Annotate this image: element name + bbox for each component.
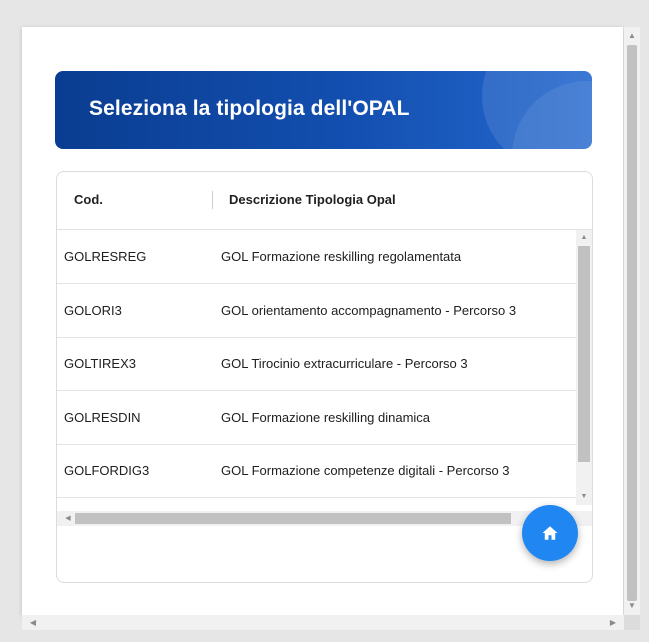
cell-code: GOLORI3: [64, 303, 122, 318]
scroll-down-arrow-icon[interactable]: ▼: [624, 599, 640, 613]
scroll-up-arrow-icon[interactable]: ▲: [576, 232, 592, 244]
table-row[interactable]: GOLTIREX3 GOL Tirocinio extracurriculare…: [57, 337, 576, 391]
page-vertical-scrollbar[interactable]: ▲ ▼: [624, 27, 640, 615]
scroll-down-arrow-icon[interactable]: ▼: [576, 491, 592, 503]
column-header-description[interactable]: Descrizione Tipologia Opal: [229, 192, 396, 207]
cell-code: GOLTIREX3: [64, 356, 137, 371]
table-horizontal-scrollbar[interactable]: ◀: [57, 511, 592, 526]
home-icon: [542, 526, 558, 540]
scrollbar-corner: [624, 615, 640, 630]
dialog-title: Seleziona la tipologia dell'OPAL: [89, 97, 410, 120]
opal-type-table: Cod. Descrizione Tipologia Opal GOLRESRE…: [56, 171, 593, 583]
scrollbar-thumb[interactable]: [627, 45, 637, 601]
table-body: GOLRESREG GOL Formazione reskilling rego…: [57, 230, 576, 498]
cell-description: GOL Tirocinio extracurriculare - Percors…: [221, 356, 468, 371]
cell-description: GOL Formazione reskilling dinamica: [221, 410, 431, 425]
dialog-header: Seleziona la tipologia dell'OPAL: [55, 71, 592, 149]
cell-description: GOL Formazione reskilling regolamentata: [221, 249, 462, 264]
scroll-left-arrow-icon[interactable]: ◀: [62, 511, 74, 526]
table-row[interactable]: GOLORI3 GOL orientamento accompagnamento…: [57, 284, 576, 338]
table-header: Cod. Descrizione Tipologia Opal: [57, 172, 592, 230]
cell-description: GOL Formazione competenze digitali - Per…: [221, 463, 510, 478]
column-header-code[interactable]: Cod.: [74, 192, 103, 207]
scroll-left-arrow-icon[interactable]: ◀: [26, 615, 40, 630]
table-row[interactable]: GOLRESREG GOL Formazione reskilling rego…: [57, 230, 576, 284]
home-button[interactable]: [522, 505, 578, 561]
cell-code: GOLRESDIN: [64, 410, 141, 425]
cell-code: GOLRESREG: [64, 249, 147, 264]
scroll-right-arrow-icon[interactable]: ▶: [606, 615, 620, 630]
page-horizontal-scrollbar[interactable]: ◀ ▶: [22, 615, 624, 630]
cell-code: GOLFORDIG3: [64, 463, 150, 478]
scrollbar-thumb[interactable]: [75, 513, 511, 524]
scroll-up-arrow-icon[interactable]: ▲: [624, 29, 640, 43]
scrollbar-thumb[interactable]: [578, 246, 590, 462]
cell-description: GOL orientamento accompagnamento - Perco…: [221, 303, 517, 318]
table-row[interactable]: GOLRESDIN GOL Formazione reskilling dina…: [57, 391, 576, 445]
table-vertical-scrollbar[interactable]: ▲ ▼: [576, 230, 592, 505]
column-separator[interactable]: [212, 191, 213, 209]
table-row[interactable]: GOLFORDIG3 GOL Formazione competenze dig…: [57, 444, 576, 498]
